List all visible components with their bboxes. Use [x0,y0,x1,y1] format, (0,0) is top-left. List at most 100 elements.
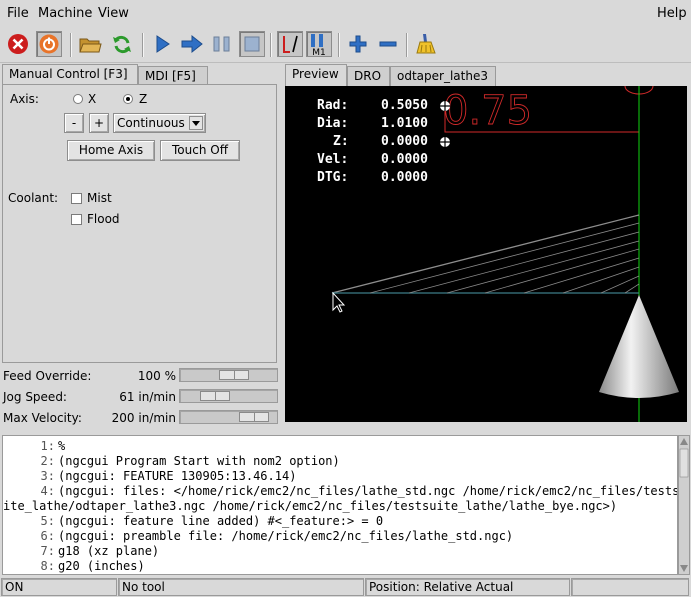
estop-icon[interactable] [5,31,31,57]
gcode-line[interactable]: 7: g18 (xz plane) [3,544,160,558]
dro-dtg-value: 0.0000 [381,170,428,185]
gcode-line[interactable]: 2: (ngcgui Program Start with nom2 option… [3,454,340,468]
zoom-in-icon[interactable] [345,31,371,57]
dro-rad-label: Rad: [317,98,349,113]
preview-canvas[interactable]: 0.75 Rad: 0.5050 Dia: 1.0100 Z: 0.0000 V… [285,86,687,422]
dro-dia-label: Dia: [317,116,349,131]
gcode-line-text: (ngcgui: feature line added) #<_feature:… [58,514,384,528]
axis-x-label[interactable]: X [88,92,96,106]
max-velocity-value: 200 in/min [111,411,176,425]
dro-vel-value: 0.0000 [381,152,428,167]
tab-mdi[interactable]: MDI [F5] [138,66,208,86]
jog-mode-value: Continuous [117,116,185,130]
scroll-thumb [679,448,689,478]
gcode-line-text: (ngcgui Program Start with nom2 option) [58,454,340,468]
gcode-line-text: % [58,439,66,453]
gcode-line[interactable]: 4: (ngcgui: files: </home/rick/emc2/nc_fi… [3,484,678,498]
m1-icon[interactable]: M1 [306,31,332,57]
status-machine-state: ON [1,578,117,596]
gcode-line[interactable]: 5: (ngcgui: feature line added) #<_featur… [3,514,384,528]
dro-dtg-label: DTG: [317,170,349,185]
tab-program-file[interactable]: odtaper_lathe3 [390,66,496,86]
dro-rad-value: 0.5050 [381,98,428,113]
scroll-down-icon [680,565,688,572]
gcode-line[interactable]: 8: g20 (inches) [3,559,145,573]
pane-separator-grip[interactable] [3,428,14,439]
gcode-vertical-scrollbar[interactable] [678,435,690,575]
zoom-out-icon[interactable] [375,31,401,57]
gcode-line-number: 1: [40,439,55,453]
gcode-line-number: 5: [40,514,55,528]
axis-label: Axis: [10,92,39,106]
feed-override-thumb[interactable] [219,370,249,380]
tab-dro[interactable]: DRO [347,66,390,86]
gcode-line[interactable]: 6: (ngcgui: preamble file: /home/rick/emc… [3,529,514,543]
tab-preview[interactable]: Preview [285,64,347,86]
open-icon[interactable] [77,31,103,57]
mist-label[interactable]: Mist [87,191,112,205]
feed-override-slider[interactable] [179,368,278,382]
status-tool: No tool [118,578,364,596]
power-icon[interactable] [36,31,62,57]
max-velocity-label: Max Velocity: [3,411,82,425]
gcode-line-text: g20 (inches) [58,559,145,573]
feed-override-value: 100 % [137,369,176,383]
clear-plot-icon[interactable] [413,31,439,57]
gcode-line-number: 2: [40,454,55,468]
jog-speed-thumb[interactable] [200,391,230,401]
gcode-line-text: g18 (xz plane) [58,544,160,558]
dro-z-value: 0.0000 [381,134,428,149]
gcode-line-number: 4: [40,484,55,498]
jog-mode-select[interactable]: Continuous [113,113,206,133]
step-icon[interactable] [179,31,205,57]
jog-speed-label: Jog Speed: [3,390,67,404]
dimension-label: 0.75 [443,88,532,134]
homed-icon [440,137,450,147]
run-icon[interactable] [149,31,175,57]
dro-vel-label: Vel: [317,152,349,167]
homed-icon [440,101,450,111]
touch-off-icon[interactable] [277,31,303,57]
tab-manual-control[interactable]: Manual Control [F3] [2,64,138,86]
gcode-listing[interactable]: 1:% 2: (ngcgui Program Start with nom2 opt… [2,435,678,575]
gcode-line[interactable]: ite_lathe/odtaper_lathe3.ngc /home/rick/… [3,499,617,513]
reload-icon[interactable] [109,31,135,57]
gcode-line-number: 7: [40,544,55,558]
menu-help[interactable]: Help [657,6,687,21]
status-extra [571,578,689,596]
menu-bar: File Machine View Help [0,0,691,26]
toolbar: M1 [0,28,691,63]
axis-z-radio[interactable] [123,94,133,104]
gcode-line-text: (ngcgui: preamble file: /home/rick/emc2/… [58,529,514,543]
gcode-line-number: 3: [40,469,55,483]
flood-label[interactable]: Flood [87,212,120,226]
coolant-label: Coolant: [8,191,59,205]
feed-override-label: Feed Override: [3,369,92,383]
flood-checkbox[interactable] [71,214,82,225]
stop-icon[interactable] [239,31,265,57]
gcode-line[interactable]: 3: (ngcgui: FEATURE 130905:13.46.14) [3,469,297,483]
chevron-down-icon[interactable] [189,116,203,130]
svg-text:M1: M1 [312,48,326,56]
dro-dia-value: 1.0100 [381,116,428,131]
status-position: Position: Relative Actual [365,578,570,596]
axis-z-label[interactable]: Z [139,92,147,106]
jog-minus-button[interactable]: - [64,113,84,133]
touch-off-button[interactable]: Touch Off [160,140,240,161]
gcode-line-text: (ngcgui: FEATURE 130905:13.46.14) [58,469,297,483]
axis-x-radio[interactable] [73,94,83,104]
pause-icon[interactable] [209,31,235,57]
max-velocity-slider[interactable] [179,410,278,424]
max-velocity-thumb[interactable] [239,412,269,422]
scroll-up-icon [680,438,688,445]
gcode-line[interactable]: 1:% [3,439,66,453]
mist-checkbox[interactable] [71,193,82,204]
gcode-line-text: (ngcgui: files: </home/rick/emc2/nc_file… [58,484,678,498]
gcode-line-number: 6: [40,529,55,543]
home-axis-button[interactable]: Home Axis [67,140,155,161]
menu-view[interactable]: View [98,6,129,21]
jog-plus-button[interactable]: + [89,113,109,133]
menu-file[interactable]: File [7,6,29,21]
jog-speed-slider[interactable] [179,389,278,403]
menu-machine[interactable]: Machine [38,6,92,21]
